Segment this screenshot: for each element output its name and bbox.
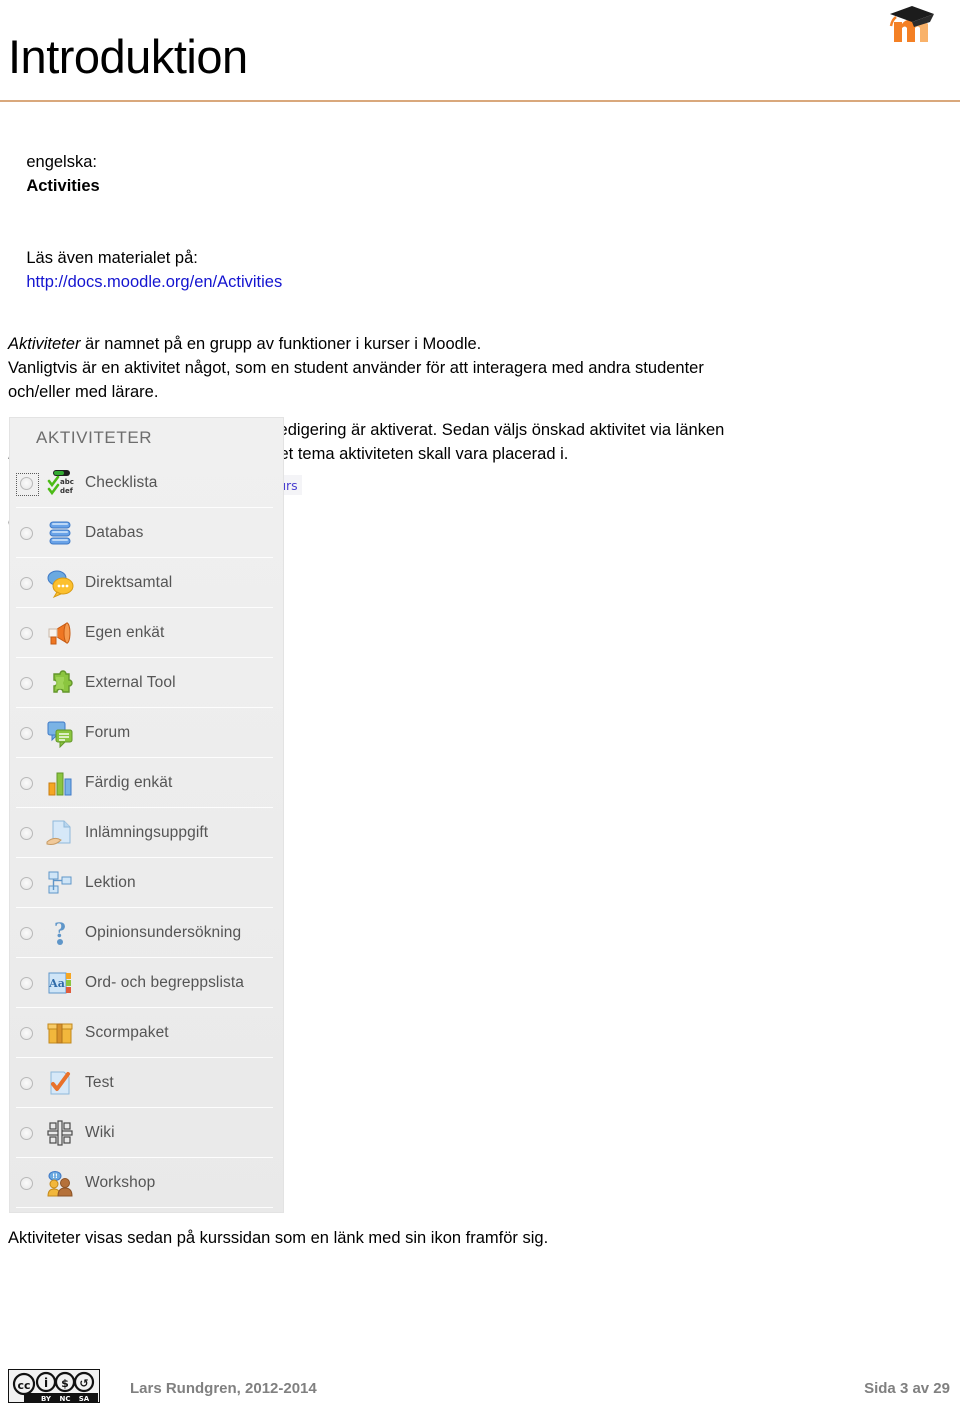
activity-label: Inlämningsuppgift: [85, 824, 209, 841]
forum-icon: [45, 718, 75, 748]
activity-row-lektion[interactable]: Lektion: [10, 858, 283, 908]
svg-text:SA: SA: [79, 1395, 90, 1403]
activity-row-test[interactable]: Test: [10, 1058, 283, 1108]
activity-row-scormpaket[interactable]: Scormpaket: [10, 1008, 283, 1058]
activity-label: Färdig enkät: [85, 774, 173, 791]
title-divider: [0, 100, 960, 102]
checklist-icon: abc def: [45, 468, 75, 498]
term-aktiviteter: Aktiviteter: [8, 335, 81, 353]
activity-radio-2[interactable]: [20, 576, 33, 590]
activities-panel-title: AKTIVITETER: [36, 428, 153, 447]
svg-text:cc: cc: [17, 1379, 30, 1392]
activity-label: Direktsamtal: [85, 574, 173, 591]
moodle-docs-link[interactable]: http://docs.moodle.org/en/Activities: [26, 273, 282, 291]
read-more-line: Läs även materialet på: http://docs.mood…: [8, 222, 952, 318]
page-title: Introduktion: [8, 30, 248, 83]
paragraph-1-line-1: Aktiviteter är namnet på en grupp av fun…: [8, 335, 481, 353]
svg-text:Aa: Aa: [48, 977, 65, 990]
question-icon: ?: [45, 918, 75, 948]
closing-text: Aktiviteter visas sedan på kurssidan som…: [8, 1229, 549, 1247]
svg-text:BY: BY: [41, 1395, 52, 1403]
svg-text:!!: !!: [52, 1173, 57, 1180]
quiz-icon: [45, 1068, 75, 1098]
scorm-icon: [45, 1018, 75, 1048]
page-footer: cc i $ ↺ BY NC SA Lars Rundgren, 2012-20…: [0, 1367, 960, 1407]
page-header: Introduktion: [0, 0, 960, 104]
activity-row-inl-mningsuppgift[interactable]: Inlämningsuppgift: [10, 808, 283, 858]
activities-list: abc def Checklista Databas Direktsamtal Egen …: [10, 458, 283, 1208]
moodle-logo-icon: [884, 2, 944, 48]
activity-label: Workshop: [85, 1174, 156, 1191]
activity-label: Scormpaket: [85, 1024, 169, 1041]
svg-text:NC: NC: [60, 1395, 71, 1403]
activity-label: Databas: [85, 524, 144, 541]
footer-author: Lars Rundgren, 2012-2014: [130, 1380, 317, 1397]
activity-label: Ord- och begreppslista: [85, 974, 245, 991]
activity-radio-11[interactable]: [20, 1026, 33, 1040]
activity-row-f-rdig-enk-t[interactable]: Färdig enkät: [10, 758, 283, 808]
cc-by-nc-sa-badge-icon: cc i $ ↺ BY NC SA: [7, 1368, 101, 1404]
activity-radio-4[interactable]: [20, 676, 33, 690]
activity-radio-8[interactable]: [20, 876, 33, 890]
activity-radio-9[interactable]: [20, 926, 33, 940]
paragraph-1: Aktiviteter är namnet på en grupp av fun…: [8, 332, 952, 404]
activity-radio-6[interactable]: [20, 776, 33, 790]
activity-radio-13[interactable]: [20, 1126, 33, 1140]
activity-row-direktsamtal[interactable]: Direktsamtal: [10, 558, 283, 608]
lesson-icon: [45, 868, 75, 898]
footer-page-number: Sida 3 av 29: [864, 1380, 950, 1397]
wiki-icon: [45, 1118, 75, 1148]
activity-label: Forum: [85, 724, 131, 741]
activity-row-external-tool[interactable]: External Tool: [10, 658, 283, 708]
svg-text:i: i: [44, 1376, 48, 1390]
activity-radio-14[interactable]: [20, 1176, 33, 1190]
activity-radio-12[interactable]: [20, 1076, 33, 1090]
activity-label: Wiki: [85, 1124, 115, 1141]
activity-row-checklista[interactable]: abc def Checklista: [10, 458, 283, 508]
paragraph-1-line-2: Vanligtvis är en aktivitet något, som en…: [8, 359, 704, 377]
database-icon: [45, 518, 75, 548]
svg-text:def: def: [60, 487, 74, 495]
activity-radio-3[interactable]: [20, 626, 33, 640]
barchart-icon: [45, 768, 75, 798]
glossary-icon: Aa: [45, 968, 75, 998]
svg-text:abc: abc: [60, 478, 74, 486]
read-more-label: Läs även materialet på:: [26, 249, 198, 267]
assignment-icon: [45, 818, 75, 848]
chat-icon: [45, 568, 75, 598]
activity-row-databas[interactable]: Databas: [10, 508, 283, 558]
english-term-line: engelska: Activities: [8, 126, 952, 222]
english-term: Activities: [26, 177, 100, 195]
puzzle-icon: [45, 668, 75, 698]
activity-radio-7[interactable]: [20, 826, 33, 840]
activities-chooser-panel: AKTIVITETER abc def Checklista Databas Direk…: [10, 418, 283, 1212]
activity-label: Test: [85, 1074, 114, 1091]
svg-text:?: ?: [54, 918, 66, 942]
english-label: engelska:: [26, 153, 97, 171]
activity-row-ord-och-begreppslista[interactable]: Aa Ord- och begreppslista: [10, 958, 283, 1008]
activity-radio-5[interactable]: [20, 726, 33, 740]
svg-text:↺: ↺: [79, 1377, 88, 1390]
activity-radio-10[interactable]: [20, 976, 33, 990]
activity-label: External Tool: [85, 674, 176, 691]
activity-radio-0[interactable]: [16, 472, 39, 496]
activity-row-forum[interactable]: Forum: [10, 708, 283, 758]
svg-text:$: $: [61, 1377, 69, 1390]
activity-label: Opinionsundersökning: [85, 924, 242, 941]
activity-radio-1[interactable]: [20, 526, 33, 540]
activity-row-wiki[interactable]: Wiki: [10, 1108, 283, 1158]
activity-row-egen-enk-t[interactable]: Egen enkät: [10, 608, 283, 658]
workshop-icon: !!: [45, 1168, 75, 1198]
activity-label: Lektion: [85, 874, 136, 891]
activity-row-workshop[interactable]: !! Workshop: [10, 1158, 283, 1208]
paragraph-1-rest: är namnet på en grupp av funktioner i ku…: [80, 335, 482, 353]
activity-label: Checklista: [85, 474, 158, 491]
paragraph-1-line-3: och/eller med lärare.: [8, 383, 159, 401]
activity-row-opinionsunders-kning[interactable]: ? Opinionsundersökning: [10, 908, 283, 958]
megaphone-icon: [45, 618, 75, 648]
activity-label: Egen enkät: [85, 624, 165, 641]
paragraph-2-rest: i det tema aktiviteten skall vara placer…: [257, 445, 569, 463]
